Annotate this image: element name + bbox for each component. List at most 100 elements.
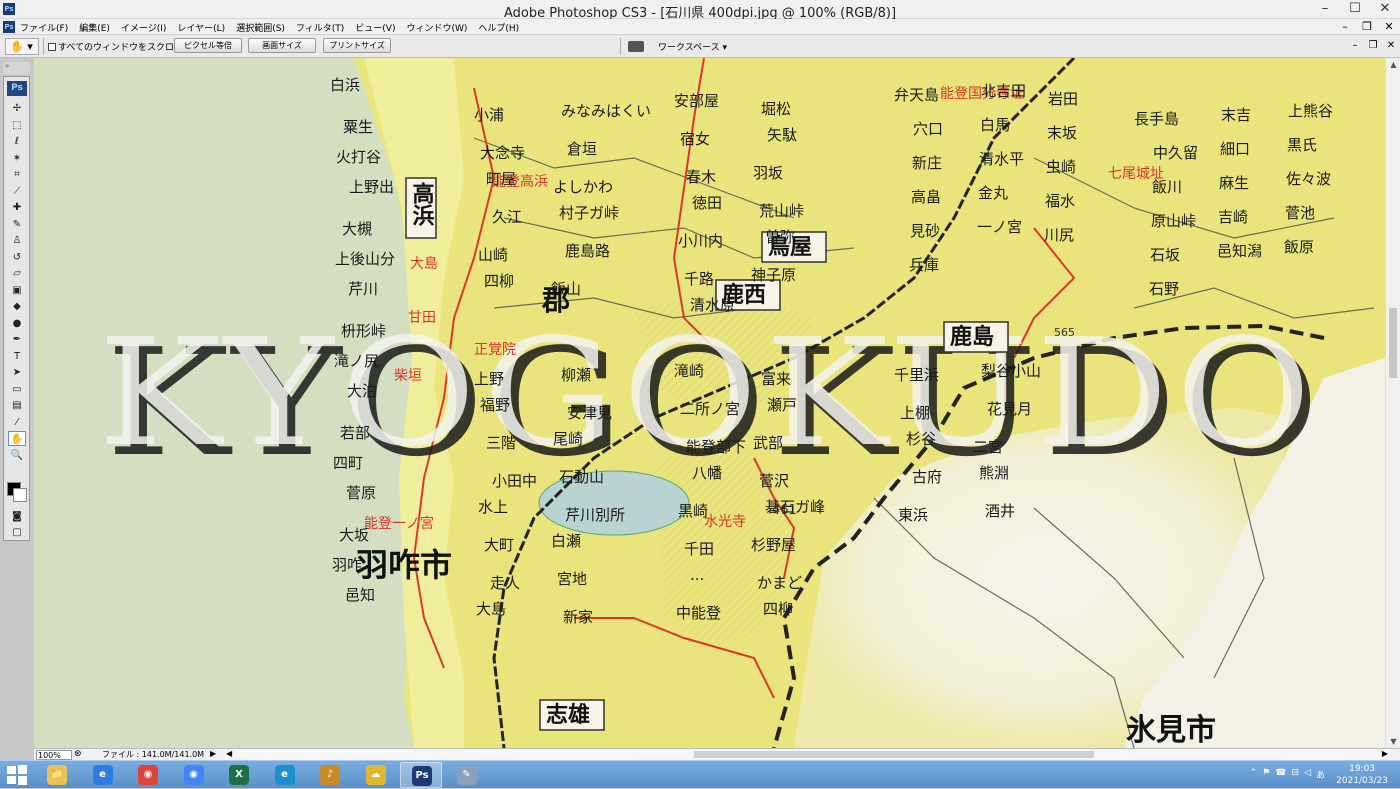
eraser-tool-icon[interactable]: ▱ (8, 266, 26, 281)
tray-icon-4[interactable]: ◁ (1304, 768, 1311, 781)
doc-close-button[interactable]: ✕ (1378, 19, 1400, 34)
workspace-menu[interactable]: ワークスペース ▾ (658, 40, 727, 53)
taskbar-excel[interactable]: X (218, 762, 260, 788)
eyedropper-tool-icon[interactable]: ⁄ (8, 415, 26, 430)
place-label: 安部屋 (674, 92, 719, 110)
menu-item-1[interactable]: 編集(E) (79, 21, 110, 34)
actual-pixels-button[interactable]: ピクセル等倍 (174, 38, 242, 53)
horizontal-scroll-thumb[interactable] (694, 751, 1094, 758)
menu-item-6[interactable]: ビュー(V) (355, 21, 395, 34)
doc-minimize-button[interactable]: – (1334, 19, 1356, 34)
taskbar-edge[interactable]: e (264, 762, 306, 788)
blur-tool-icon[interactable]: ◆ (8, 299, 26, 314)
place-label: 石動山 (559, 468, 604, 486)
tool-preset-picker[interactable]: ✋ ▾ (5, 38, 39, 55)
scroll-left-arrow[interactable]: ◀ (226, 749, 232, 758)
taskbar-internet-explorer[interactable]: e (82, 762, 124, 788)
place-label: 富来 (761, 370, 791, 388)
tray-icon-1[interactable]: ⚑ (1262, 768, 1270, 781)
fit-screen-button[interactable]: 画面サイズ (248, 38, 316, 53)
slice-tool-icon[interactable]: ⟋ (8, 184, 26, 199)
type-tool-icon[interactable]: T (8, 349, 26, 364)
windows-start-icon[interactable] (6, 764, 28, 786)
tray-icon-5[interactable]: あ (1316, 768, 1325, 781)
status-info-icon[interactable]: ⊛ (74, 749, 82, 759)
crop-tool-icon[interactable]: ⌗ (8, 167, 26, 182)
place-label: かまど (757, 574, 802, 592)
quick-mask-icon[interactable]: ◙ (8, 509, 26, 524)
pen-tool-icon[interactable]: ✒ (8, 332, 26, 347)
opt-minimize-button[interactable]: – (1346, 35, 1364, 57)
history-brush-tool-icon[interactable]: ↺ (8, 250, 26, 265)
opt-close-button[interactable]: ✕ (1382, 35, 1400, 57)
taskbar-explorer[interactable]: 📁 (36, 762, 78, 788)
menu-item-5[interactable]: フィルタ(T) (296, 21, 344, 34)
gradient-tool-icon[interactable]: ▣ (8, 283, 26, 298)
place-label: 梨谷小山 (981, 362, 1041, 380)
status-menu-arrow[interactable]: ▶ (210, 749, 216, 758)
notes-tool-icon[interactable]: ▤ (8, 398, 26, 413)
place-label: 上熊谷 (1288, 102, 1333, 120)
magic-wand-tool-icon[interactable]: ✶ (8, 151, 26, 166)
menu-item-0[interactable]: ファイル(F) (20, 21, 68, 34)
screen-mode-icon[interactable]: ▢ (8, 525, 26, 540)
tray-icon-3[interactable]: ⊟ (1292, 768, 1300, 781)
place-label: 大念寺 (480, 144, 525, 162)
zoom-tool-icon[interactable]: 🔍 (8, 448, 26, 463)
scroll-up-arrow[interactable]: ▲ (1386, 60, 1400, 69)
paint-icon: ✎ (456, 765, 477, 785)
doc-restore-button[interactable]: ❐ (1356, 19, 1378, 34)
close-button[interactable]: ✕ (1370, 0, 1400, 19)
scroll-all-checkbox[interactable] (48, 42, 56, 51)
marquee-tool-icon[interactable]: ⬚ (8, 118, 26, 133)
lasso-tool-icon[interactable]: ℓ (8, 134, 26, 149)
place-label: 八幡 (692, 464, 722, 482)
place-label: 村子ガ峠 (559, 204, 619, 222)
vertical-scrollbar[interactable]: ▲ ▼ (1385, 58, 1400, 748)
place-label: 能登部下 (686, 438, 746, 456)
clock[interactable]: 19:03 2021/03/23 (1336, 763, 1388, 787)
maximize-button[interactable]: ☐ (1340, 0, 1370, 19)
zoom-level-field[interactable]: 100% (36, 750, 72, 760)
workspace-icon[interactable] (628, 41, 644, 52)
opt-restore-button[interactable]: ❐ (1364, 35, 1382, 57)
taskbar-chrome-alt[interactable]: ◉ (173, 762, 215, 788)
taskbar-photoshop[interactable]: Ps (400, 762, 442, 788)
move-tool-icon[interactable]: ✢ (8, 101, 26, 116)
map-image[interactable]: KYOGOKUDO KYOGOKUDO 羽咋市氷見市郡高浜鳥屋鹿西鹿島志雄能登高… (34, 58, 1385, 748)
menu-item-4[interactable]: 選択範囲(S) (236, 21, 285, 34)
scroll-down-arrow[interactable]: ▼ (1386, 737, 1400, 746)
explorer-icon: 📁 (47, 765, 67, 785)
place-label: 山崎 (478, 246, 508, 264)
print-size-button[interactable]: プリントサイズ (323, 38, 391, 53)
document-icon[interactable]: Ps (3, 21, 15, 33)
dodge-tool-icon[interactable]: ● (8, 316, 26, 331)
menu-item-3[interactable]: レイヤー(L) (177, 21, 225, 34)
photoshop-logo[interactable]: Ps (7, 81, 27, 96)
place-label: 末坂 (1047, 124, 1077, 142)
clone-stamp-tool-icon[interactable]: ♙ (8, 233, 26, 248)
taskbar-chrome[interactable]: ◉ (127, 762, 169, 788)
vertical-scroll-thumb[interactable] (1389, 308, 1397, 378)
healing-brush-tool-icon[interactable]: ✚ (8, 200, 26, 215)
shape-tool-icon[interactable]: ▭ (8, 382, 26, 397)
path-selection-tool-icon[interactable]: ➤ (8, 365, 26, 380)
tray-icon-2[interactable]: ☎ (1275, 768, 1286, 781)
red-place-label: 正覚院 (474, 342, 516, 358)
background-color-swatch[interactable] (13, 488, 27, 502)
scroll-all-windows-option[interactable]: すべてのウィンドウをスクロール (48, 40, 192, 53)
minimize-button[interactable]: – (1310, 0, 1340, 19)
document-canvas[interactable]: KYOGOKUDO KYOGOKUDO 羽咋市 氷見市郡高浜 鳥屋 鹿西 鹿島 志雄 能登高… (34, 58, 1385, 748)
menu-item-2[interactable]: イメージ(I) (121, 21, 167, 34)
brush-tool-icon[interactable]: ✎ (8, 217, 26, 232)
scroll-right-arrow[interactable]: ▶ (1382, 749, 1388, 758)
horizontal-scrollbar[interactable]: ◀ ▶ (224, 749, 1390, 760)
taskbar-paint[interactable]: ✎ (446, 762, 488, 788)
toolbox-grip[interactable]: » (3, 62, 30, 74)
hand-tool-icon[interactable]: ✋ (8, 431, 26, 446)
taskbar-weather[interactable]: ☁ (355, 762, 397, 788)
menu-item-7[interactable]: ウィンドウ(W) (406, 21, 467, 34)
tray-icon-0[interactable]: ⌃ (1250, 768, 1258, 781)
taskbar-sound[interactable]: ♪ (309, 762, 351, 788)
menu-item-8[interactable]: ヘルプ(H) (478, 21, 519, 34)
